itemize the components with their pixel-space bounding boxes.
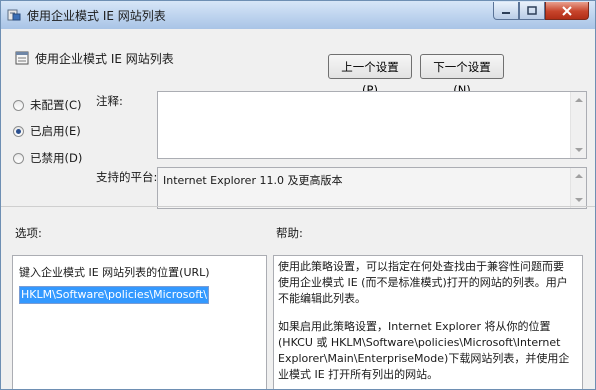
title-bar[interactable]: 使用企业模式 IE 网站列表 (1, 1, 595, 29)
radio-enabled[interactable]: 已启用(E) (13, 123, 81, 139)
policy-setting-icon (15, 51, 29, 65)
radio-disabled[interactable]: 已禁用(D) (13, 150, 82, 166)
url-input[interactable]: HKLM\Software\policies\Microsoft\Ir (19, 286, 209, 304)
maximize-button[interactable] (519, 2, 545, 20)
minimize-button[interactable] (493, 2, 519, 20)
minimize-icon (502, 11, 510, 14)
close-icon (562, 5, 572, 16)
scroll-up-arrow-icon[interactable] (575, 174, 583, 178)
scroll-up-arrow-icon[interactable] (575, 98, 583, 102)
radio-circle-selected[interactable] (13, 125, 24, 137)
next-setting-button[interactable]: 下一个设置(N) (420, 54, 504, 97)
url-input-value: HKLM\Software\policies\Microsoft\Ir (20, 287, 208, 303)
radio-circle[interactable] (13, 152, 24, 164)
radio-not-configured[interactable]: 未配置(C) (13, 97, 82, 113)
help-text: 使用此策略设置，可以指定在何处查找由于兼容性问题而要使用企业模式 IE (而不是… (278, 259, 570, 389)
scroll-down-arrow-icon[interactable] (575, 148, 583, 152)
radio-label: 未配置(C) (30, 98, 82, 112)
comment-textarea[interactable] (157, 91, 587, 159)
policy-title: 使用企业模式 IE 网站列表 (35, 52, 174, 66)
maximize-icon (527, 6, 537, 15)
options-panel: 键入企业模式 IE 网站列表的位置(URL) HKLM\Software\pol… (12, 255, 267, 389)
url-field-label: 键入企业模式 IE 网站列表的位置(URL) (19, 266, 210, 279)
options-label: 选项: (15, 226, 42, 240)
supported-platform-label: 支持的平台: (96, 170, 158, 184)
window-title: 使用企业模式 IE 网站列表 (27, 9, 166, 23)
section-divider (1, 206, 595, 207)
comment-scrollbar[interactable] (570, 92, 586, 158)
help-label: 帮助: (276, 226, 303, 240)
radio-circle[interactable] (13, 99, 24, 111)
supported-platform-box: Internet Explorer 11.0 及更高版本 (157, 167, 587, 209)
policy-dialog-window: 使用企业模式 IE 网站列表 使用企业模式 IE 网站列表 上一个设置(P) 下… (0, 0, 596, 390)
radio-label: 已启用(E) (30, 124, 81, 138)
help-paragraph: 使用此策略设置，可以指定在何处查找由于兼容性问题而要使用企业模式 IE (而不是… (278, 260, 568, 305)
radio-label: 已禁用(D) (30, 151, 83, 165)
previous-setting-button[interactable]: 上一个设置(P) (328, 54, 412, 97)
window-controls (493, 2, 589, 21)
supported-platform-value: Internet Explorer 11.0 及更高版本 (163, 174, 343, 187)
close-button[interactable] (545, 2, 589, 20)
help-panel: 使用此策略设置，可以指定在何处查找由于兼容性问题而要使用企业模式 IE (而不是… (273, 255, 583, 389)
platform-scrollbar[interactable] (570, 168, 586, 208)
policy-app-icon (7, 9, 21, 21)
scroll-down-arrow-icon[interactable] (575, 198, 583, 202)
comment-label: 注释: (96, 94, 123, 108)
help-paragraph: 如果启用此策略设置，Internet Explorer 将从你的位置(HKCU … (278, 320, 570, 381)
